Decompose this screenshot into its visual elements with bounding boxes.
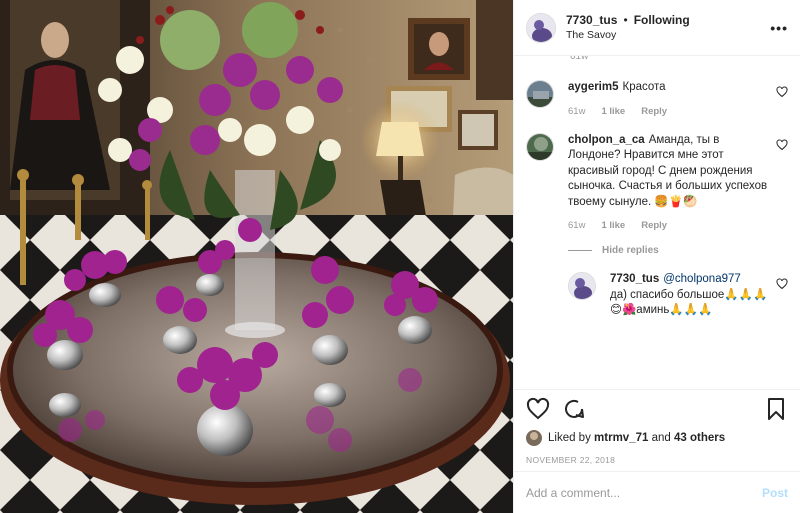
- comment-text: Красота: [622, 81, 666, 93]
- more-horizontal-icon[interactable]: •••: [770, 20, 788, 36]
- comment-likes[interactable]: 1 like: [601, 106, 625, 117]
- likes-others[interactable]: 43 others: [674, 432, 725, 444]
- commenter-avatar[interactable]: [526, 132, 554, 161]
- author-username[interactable]: 7730_tus: [566, 13, 617, 27]
- comment-likes[interactable]: 1 like: [601, 220, 625, 231]
- comment-item: aygerim5 Красота 61w 1 like Reply: [526, 80, 788, 117]
- post-date[interactable]: NOVEMBER 22, 2018: [514, 449, 800, 471]
- reply-button[interactable]: Reply: [641, 106, 667, 117]
- comment-username[interactable]: aygerim5: [568, 81, 619, 93]
- hide-replies-line: [568, 250, 592, 251]
- comment-time[interactable]: 61w: [568, 106, 585, 117]
- orchid-table-photo: [0, 0, 513, 513]
- commenter-avatar[interactable]: [526, 80, 554, 108]
- cut-off-comment-time: 61w: [570, 56, 589, 62]
- reply-item: 7730_tus @cholpona977 да) спасибо большое🙏…: [568, 272, 788, 319]
- reply-mention[interactable]: @cholpona977: [663, 273, 741, 285]
- post-header: 7730_tus • Following The Savoy •••: [514, 0, 800, 56]
- following-button[interactable]: Following: [634, 13, 690, 27]
- hide-replies-button[interactable]: Hide replies: [568, 245, 788, 256]
- comments-list[interactable]: 61w aygerim5 Красота 61w 1 like Reply ch…: [514, 56, 800, 389]
- comment-item: cholpon_a_ca Аманда, ты в Лондоне? Нравит…: [526, 132, 788, 231]
- post-actions: [514, 389, 800, 427]
- likes-prefix: Liked by: [548, 432, 591, 444]
- post-side-panel: 7730_tus • Following The Savoy ••• 61w a…: [513, 0, 800, 513]
- add-comment-bar: Post: [514, 471, 800, 513]
- like-comment-heart-icon[interactable]: [776, 138, 788, 151]
- liker-avatar[interactable]: [526, 430, 542, 446]
- liker-username[interactable]: mtrmv_71: [594, 432, 648, 444]
- like-reply-heart-icon[interactable]: [776, 278, 788, 290]
- author-avatar[interactable]: [526, 12, 556, 43]
- post-comment-button[interactable]: Post: [762, 486, 788, 500]
- reply-username[interactable]: 7730_tus: [610, 273, 659, 285]
- add-comment-input[interactable]: [526, 485, 762, 500]
- reply-button[interactable]: Reply: [641, 220, 667, 231]
- like-comment-heart-icon[interactable]: [776, 86, 788, 98]
- bookmark-icon[interactable]: [764, 397, 788, 421]
- reply-text: да) спасибо большое🙏🙏🙏😊🌺аминь🙏🙏🙏: [610, 288, 768, 317]
- reply-avatar[interactable]: [568, 272, 596, 300]
- likes-conj: and: [651, 432, 671, 444]
- comment-time[interactable]: 61w: [568, 220, 585, 231]
- hide-replies-label: Hide replies: [602, 245, 659, 256]
- comment-username[interactable]: cholpon_a_ca: [568, 134, 645, 146]
- heart-icon[interactable]: [526, 397, 550, 421]
- likes-summary: Liked by mtrmv_71 and 43 others: [514, 427, 800, 449]
- header-separator: •: [623, 13, 628, 27]
- post-photo[interactable]: [0, 0, 513, 513]
- instagram-post-view: 7730_tus • Following The Savoy ••• 61w a…: [0, 0, 800, 513]
- post-location[interactable]: The Savoy: [566, 28, 770, 42]
- comment-icon[interactable]: [562, 397, 586, 421]
